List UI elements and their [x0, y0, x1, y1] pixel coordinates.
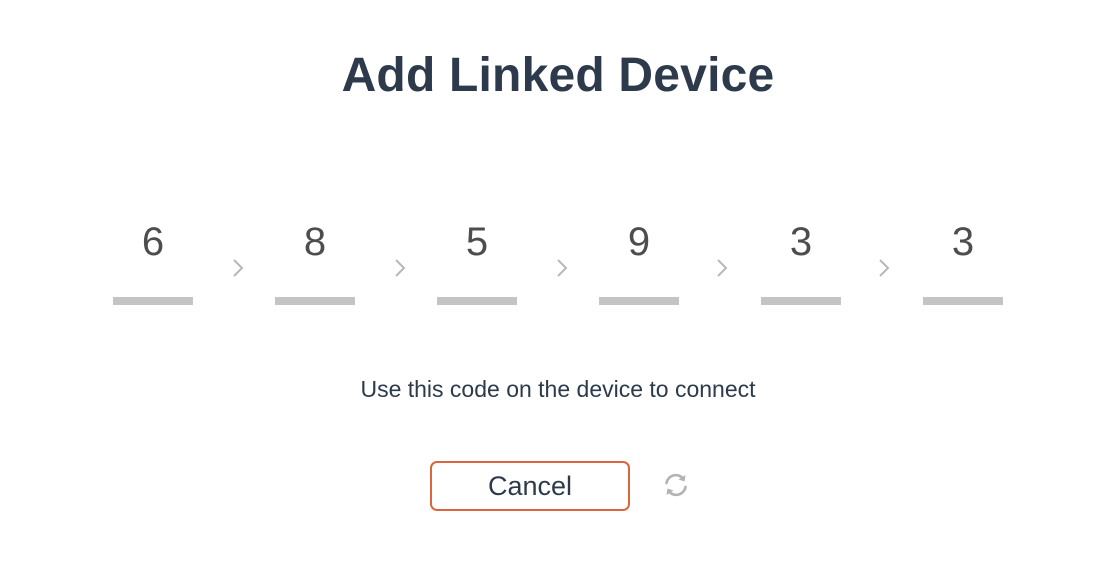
- cancel-button[interactable]: Cancel: [430, 461, 630, 511]
- chevron-right-icon: [877, 258, 891, 278]
- code-digit: 6: [141, 220, 165, 264]
- code-digit-slot: 3: [923, 210, 1003, 306]
- code-digit: 8: [303, 220, 327, 264]
- instruction-text: Use this code on the device to connect: [360, 376, 756, 402]
- digit-underline: [113, 297, 193, 305]
- digit-underline: [761, 297, 841, 305]
- digit-underline: [923, 297, 1003, 305]
- code-digit-slot: 5: [437, 210, 517, 306]
- page-title: Add Linked Device: [341, 49, 775, 102]
- code-digit-slot: 6: [113, 210, 193, 306]
- chevron-right-icon: [555, 258, 569, 278]
- chevron-right-icon: [231, 258, 245, 278]
- digit-underline: [275, 297, 355, 305]
- code-digit: 5: [465, 220, 489, 264]
- code-digit: 3: [789, 220, 813, 264]
- chevron-right-icon: [715, 258, 729, 278]
- link-device-page: Add Linked Device 6 8 5 9 3 3 Use this c…: [0, 0, 1116, 566]
- code-digit: 9: [627, 220, 651, 264]
- digit-underline: [599, 297, 679, 305]
- code-digit-slot: 8: [275, 210, 355, 306]
- code-digit-slot: 9: [599, 210, 679, 306]
- refresh-icon[interactable]: [662, 471, 690, 499]
- code-digit: 3: [951, 220, 975, 264]
- code-digit-slot: 3: [761, 210, 841, 306]
- chevron-right-icon: [393, 258, 407, 278]
- code-display: 6 8 5 9 3 3: [0, 210, 1116, 310]
- digit-underline: [437, 297, 517, 305]
